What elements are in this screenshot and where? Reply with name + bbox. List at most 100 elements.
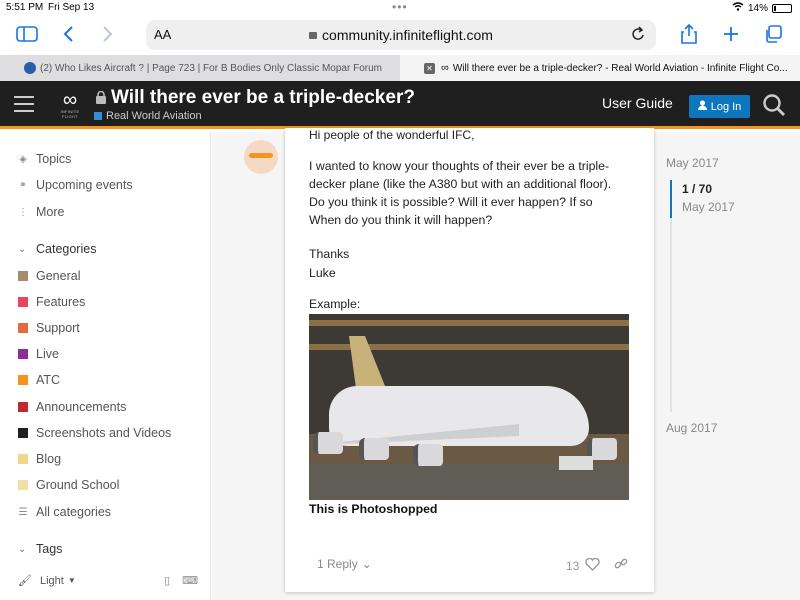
vertical-dots-icon: ⋮ — [18, 206, 28, 218]
status-bar: 5:51 PM Fri Sep 13 ••• 14% — [0, 0, 800, 16]
sidebar-item-upcoming-events[interactable]: ⚭ Upcoming events — [18, 178, 133, 192]
infinity-icon: ∞ — [62, 89, 78, 111]
category-color-swatch — [18, 480, 28, 490]
share-link-icon[interactable] — [614, 557, 628, 574]
sidebar-item-label: All categories — [36, 505, 112, 519]
theme-selector[interactable]: 🖌 Light ▼ — [18, 574, 76, 588]
timeline-end-date[interactable]: Aug 2017 — [666, 421, 717, 435]
post-signature: Luke — [309, 266, 336, 280]
sidebar-all-categories[interactable]: ☰ All categories — [18, 505, 112, 519]
topic-title[interactable]: Will there ever be a triple-decker? — [111, 87, 415, 109]
aircraft-tug — [559, 456, 593, 470]
mobile-view-icon[interactable]: ▯ — [164, 574, 170, 587]
photo-caption: This is Photoshopped — [309, 502, 438, 516]
replies-toggle[interactable]: 1 Reply ⌄ — [317, 557, 372, 571]
heart-icon[interactable] — [585, 557, 601, 574]
timeline-start-date[interactable]: May 2017 — [666, 156, 719, 170]
sidebar-category-announcements[interactable]: Announcements — [18, 400, 126, 414]
forward-icon[interactable] — [94, 22, 120, 46]
category-color-swatch — [18, 428, 28, 438]
new-tab-icon[interactable] — [718, 22, 744, 46]
browser-tab-infinite-flight[interactable]: ✕ ∞ Will there ever be a triple-decker? … — [400, 55, 800, 81]
url-field[interactable]: community.infiniteflight.com — [146, 27, 656, 43]
sidebar-item-label: Ground School — [36, 478, 120, 492]
sidebar-category-live[interactable]: Live — [18, 347, 59, 361]
mopar-favicon-icon — [24, 62, 36, 74]
tabs-overview-icon[interactable] — [760, 22, 786, 46]
timeline-handle[interactable] — [670, 180, 672, 218]
user-icon — [697, 100, 707, 113]
sidebar-toggle-icon[interactable] — [14, 22, 40, 46]
post-body-line: I wanted to know your thoughts of their … — [309, 159, 610, 173]
sidebar-item-label: More — [36, 205, 65, 219]
sidebar-category-features[interactable]: Features — [18, 295, 85, 309]
post-example-label: Example: — [309, 297, 361, 311]
category-color-swatch — [18, 375, 28, 385]
back-icon[interactable] — [56, 22, 82, 46]
sidebar-item-label: Support — [36, 321, 80, 335]
browser-tab-strip: (2) Who Likes Aircraft ? | Page 723 | Fo… — [0, 55, 800, 81]
avatar-plane-graphic — [249, 153, 273, 158]
sidebar-item-label: Upcoming events — [36, 178, 133, 192]
sidebar: ◈ Topics ⚭ Upcoming events ⋮ More ⌄ Cate… — [0, 132, 211, 600]
sidebar-item-label: Screenshots and Videos — [36, 426, 172, 440]
post-card: Hi people of the wonderful IFC, I wanted… — [285, 128, 654, 592]
category-color-swatch — [18, 454, 28, 464]
sidebar-category-screenshots-and-videos[interactable]: Screenshots and Videos — [18, 426, 171, 440]
sidebar-item-more[interactable]: ⋮ More — [18, 205, 64, 219]
site-header: ∞ INFINITE FLIGHT Will there ever be a t… — [0, 81, 800, 129]
share-icon[interactable] — [676, 22, 702, 46]
sidebar-footer-icons: ▯ ⌨ — [164, 574, 198, 587]
sidebar-item-label: General — [36, 269, 81, 283]
status-right: 14% — [732, 2, 792, 14]
a380-photo[interactable] — [309, 314, 629, 500]
logo-brand-text: INFINITE FLIGHT — [60, 109, 80, 119]
category-color-swatch — [18, 402, 28, 412]
search-icon[interactable] — [762, 93, 786, 122]
sidebar-category-general[interactable]: General — [18, 269, 80, 283]
post-greeting: Hi people of the wonderful IFC, — [309, 128, 475, 142]
closed-topic-lock-icon — [95, 90, 107, 104]
category-color-swatch — [18, 323, 28, 333]
infinite-flight-favicon-icon: ∞ — [441, 62, 449, 74]
address-bar[interactable]: AA community.infiniteflight.com — [146, 20, 656, 50]
sidebar-category-ground-school[interactable]: Ground School — [18, 478, 119, 492]
categories-heading: Categories — [36, 242, 97, 256]
sidebar-item-topics[interactable]: ◈ Topics — [18, 152, 71, 166]
hamburger-menu-icon[interactable] — [14, 96, 34, 117]
status-date: Fri Sep 13 — [48, 2, 95, 13]
wifi-icon — [732, 2, 744, 14]
replies-count: 1 Reply — [317, 557, 358, 571]
post-controls: 13 — [566, 557, 628, 574]
login-button[interactable]: Log In — [689, 95, 750, 118]
close-tab-icon[interactable]: ✕ — [424, 62, 435, 74]
topic-category-badge[interactable]: Real World Aviation — [94, 110, 202, 122]
multitasking-dots[interactable]: ••• — [392, 0, 408, 14]
author-avatar[interactable] — [244, 140, 278, 174]
browser-toolbar: AA community.infiniteflight.com — [0, 16, 800, 54]
chevron-down-icon: ⌄ — [18, 543, 27, 555]
url-text: community.infiniteflight.com — [322, 27, 493, 43]
sidebar-item-label: Announcements — [36, 400, 127, 414]
sidebar-category-support[interactable]: Support — [18, 321, 80, 335]
post-body-line: Do you think it is possible? Will it eve… — [309, 195, 593, 209]
caret-down-icon: ▼ — [67, 576, 76, 585]
keyboard-icon[interactable]: ⌨ — [182, 574, 198, 587]
tags-section-toggle[interactable]: ⌄ Tags — [18, 542, 62, 556]
chevron-down-icon: ⌄ — [18, 243, 27, 255]
reload-icon[interactable] — [632, 26, 646, 47]
categories-section-toggle[interactable]: ⌄ Categories — [18, 242, 96, 256]
post-body-line: decker plane (like the A380 but with an … — [309, 177, 612, 191]
sidebar-category-blog[interactable]: Blog — [18, 452, 61, 466]
list-icon: ☰ — [18, 506, 28, 518]
battery-percent: 14% — [747, 2, 768, 14]
tags-heading: Tags — [36, 542, 63, 556]
user-guide-link[interactable]: User Guide — [602, 95, 673, 111]
post-body-line: When do you think it will happen? — [309, 213, 493, 227]
aircraft-engine — [359, 438, 389, 460]
browser-tab-mopar[interactable]: (2) Who Likes Aircraft ? | Page 723 | Fo… — [0, 55, 400, 81]
timeline-position: 1 / 70 — [682, 182, 713, 196]
sidebar-category-atc[interactable]: ATC — [18, 373, 60, 387]
infinite-flight-logo[interactable]: ∞ INFINITE FLIGHT — [52, 89, 88, 119]
sidebar-item-label: Topics — [36, 152, 72, 166]
